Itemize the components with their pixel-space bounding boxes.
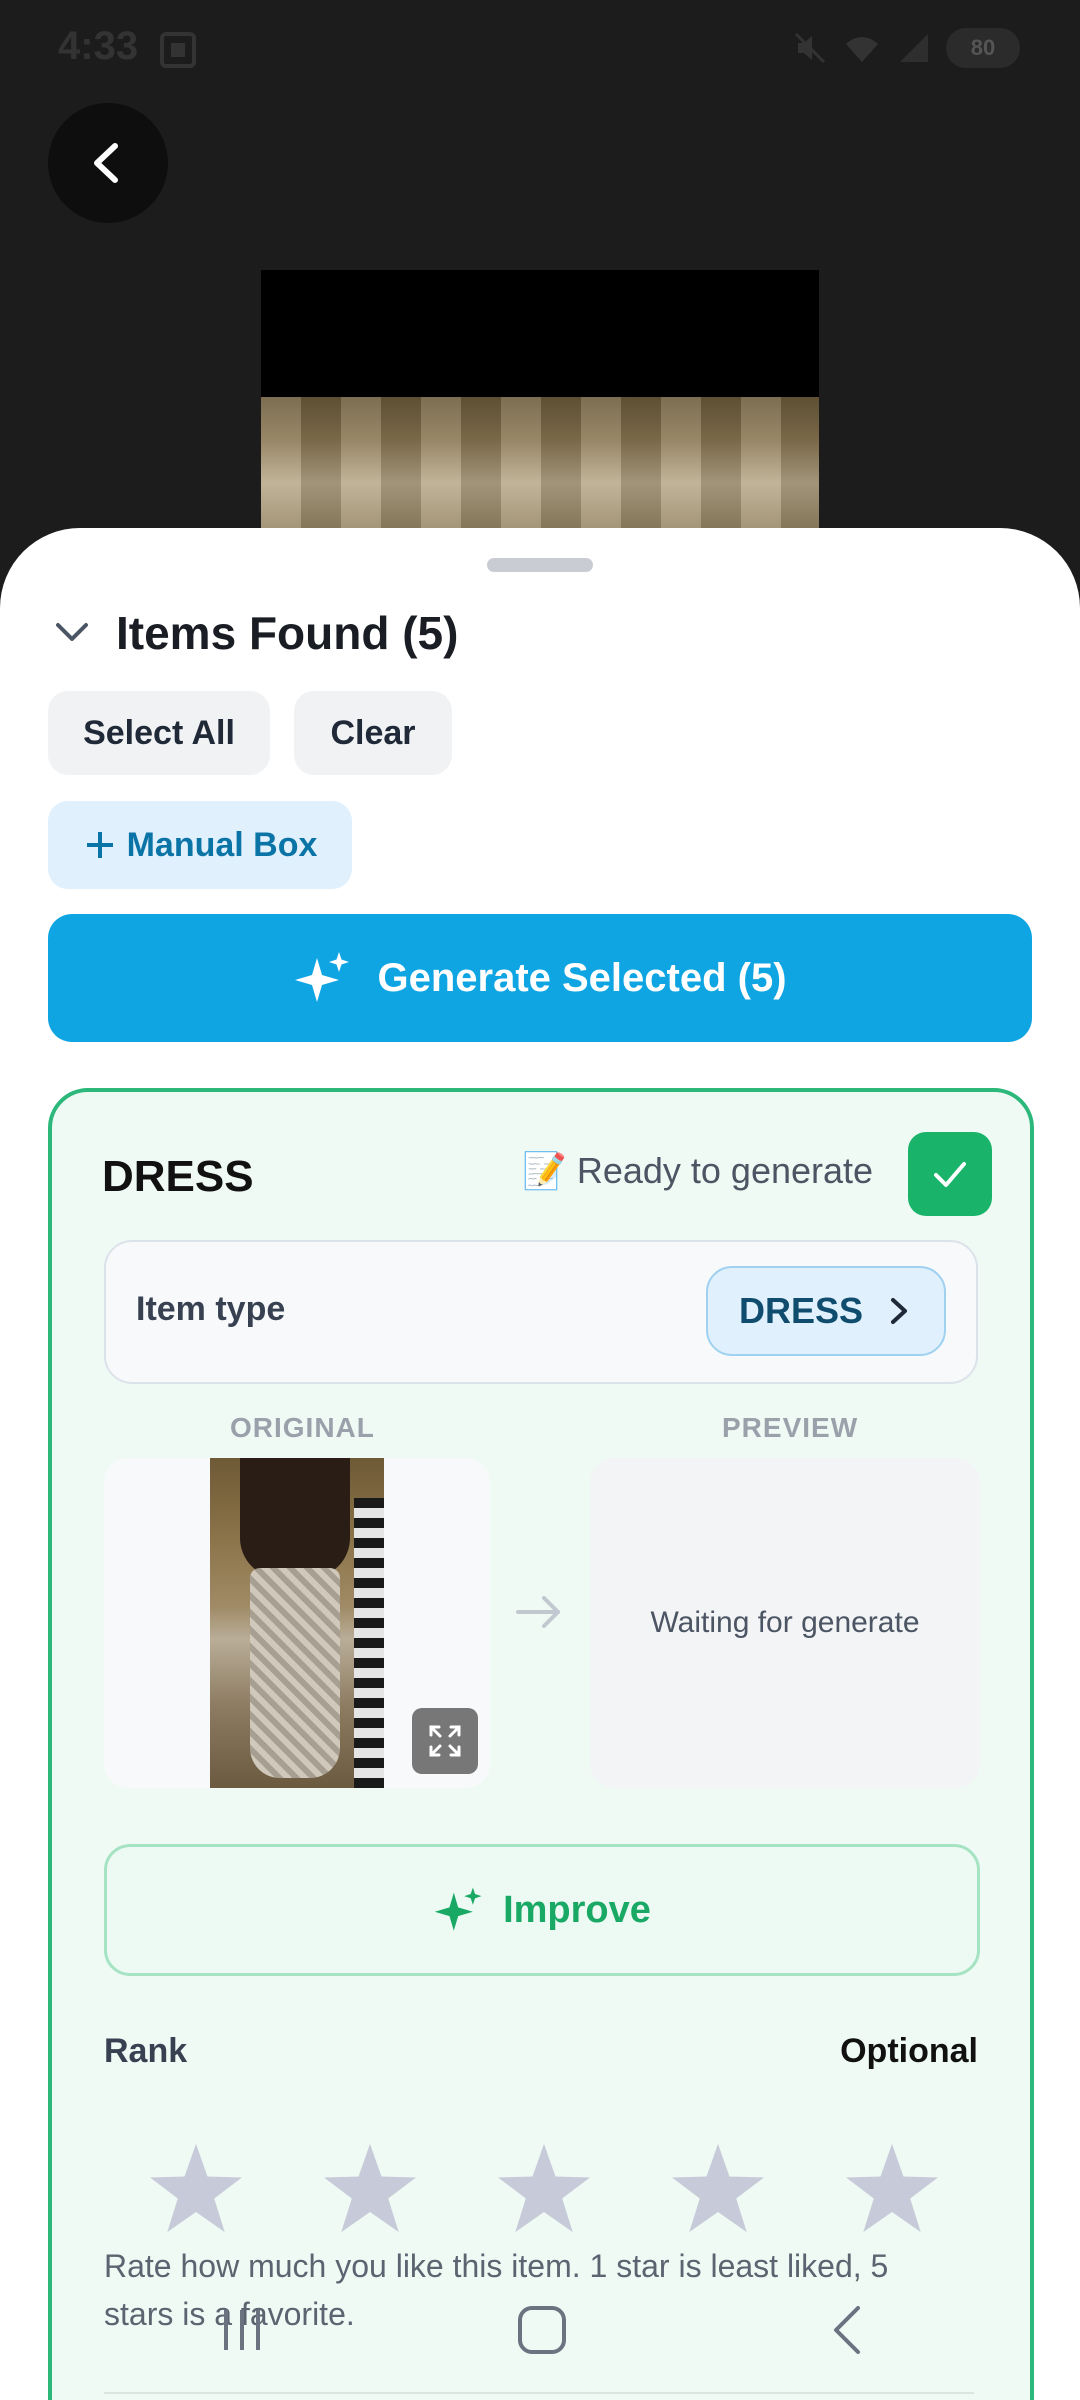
- chevron-down-icon: [56, 623, 88, 641]
- image-hair: [240, 1458, 350, 1578]
- sparkles-icon: [434, 1887, 482, 1931]
- image-dress: [250, 1568, 340, 1778]
- sparkles-icon: [295, 952, 350, 1002]
- status-bar: 4:33 80: [0, 0, 1080, 100]
- item-type-label: Item type: [136, 1290, 286, 1328]
- rank-label: Rank: [104, 2032, 188, 2070]
- mute-icon: [794, 32, 826, 64]
- image-striped-shirt: [354, 1498, 384, 1788]
- original-image-box[interactable]: [104, 1458, 490, 1788]
- items-section-header[interactable]: Items Found (5): [52, 606, 458, 660]
- item-card-title: DRESS: [102, 1152, 254, 1201]
- original-label: ORIGINAL: [230, 1412, 375, 1443]
- item-type-row: Item type DRESS: [104, 1240, 978, 1384]
- item-select-checkbox[interactable]: [908, 1132, 992, 1216]
- star-rating: [148, 2142, 940, 2234]
- chevron-right-icon: [891, 1298, 908, 1324]
- star-1-icon[interactable]: [148, 2142, 244, 2234]
- generate-selected-button[interactable]: Generate Selected (5): [48, 914, 1032, 1042]
- ceiling-image: [261, 397, 819, 540]
- recent-apps-icon[interactable]: [212, 2300, 272, 2360]
- preview-label: PREVIEW: [722, 1412, 859, 1443]
- memo-icon: 📝: [522, 1150, 567, 1191]
- star-4-icon[interactable]: [670, 2142, 766, 2234]
- item-type-value: DRESS: [738, 1290, 864, 1331]
- chevron-left-icon: [94, 143, 118, 183]
- status-icons: 80: [792, 28, 1020, 68]
- wifi-icon: [846, 37, 878, 62]
- clear-button[interactable]: Clear: [294, 691, 452, 775]
- check-icon: [934, 1162, 966, 1187]
- star-5-icon[interactable]: [844, 2142, 940, 2234]
- improve-label: Improve: [503, 1888, 651, 1931]
- sheet-drag-handle[interactable]: [487, 558, 593, 572]
- expand-icon: [429, 1725, 461, 1757]
- items-bottom-sheet: Items Found (5) Select All Clear Manual …: [0, 528, 1080, 2400]
- generate-selected-label: Generate Selected (5): [377, 955, 787, 1000]
- plus-icon: [86, 832, 113, 858]
- original-dress-image: [210, 1458, 384, 1788]
- star-2-icon[interactable]: [322, 2142, 418, 2234]
- item-status: 📝 Ready to generate: [522, 1150, 873, 1192]
- battery-indicator: 80: [946, 28, 1020, 68]
- item-status-text: Ready to generate: [576, 1150, 874, 1191]
- select-all-button[interactable]: Select All: [48, 691, 270, 775]
- preview-box: Waiting for generate: [590, 1458, 980, 1788]
- expand-image-button[interactable]: [412, 1708, 478, 1774]
- star-3-icon[interactable]: [496, 2142, 592, 2234]
- item-type-selector[interactable]: DRESS: [706, 1266, 946, 1356]
- screenshot-icon: [158, 30, 198, 75]
- system-navigation-bar: [0, 2290, 1080, 2400]
- status-time: 4:33: [58, 24, 139, 68]
- item-card: DRESS 📝 Ready to generate Item type DRES…: [48, 1088, 1034, 2400]
- rank-optional: Optional: [840, 2032, 978, 2070]
- source-photo: [261, 270, 819, 540]
- signal-icon: [900, 34, 928, 62]
- improve-button[interactable]: Improve: [104, 1844, 980, 1976]
- manual-box-label: Manual Box: [126, 825, 318, 864]
- home-icon[interactable]: [512, 2300, 572, 2360]
- back-button[interactable]: [48, 103, 168, 223]
- back-nav-icon[interactable]: [818, 2300, 878, 2360]
- arrow-right-icon: [516, 1596, 560, 1628]
- items-found-title: Items Found (5): [116, 607, 459, 659]
- preview-placeholder: Waiting for generate: [650, 1606, 920, 1639]
- manual-box-button[interactable]: Manual Box: [48, 801, 352, 889]
